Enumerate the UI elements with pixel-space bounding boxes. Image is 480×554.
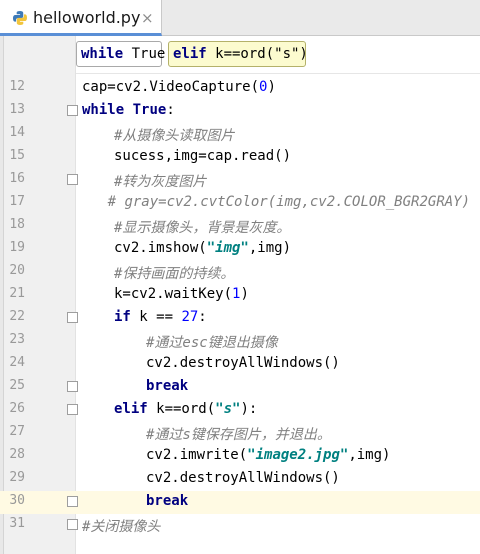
line-number: 14 [9, 125, 25, 140]
line-number: 31 [9, 516, 25, 531]
code-text: while True: [82, 102, 175, 118]
code-line[interactable]: 29 cv2.destroyAllWindows() [0, 468, 480, 491]
code-text: break [146, 378, 189, 394]
code-line[interactable]: 25 break [0, 376, 480, 399]
line-number: 22 [9, 309, 25, 324]
line-number: 13 [9, 102, 25, 117]
line-number: 12 [9, 79, 25, 94]
fold-marker-icon[interactable] [67, 105, 78, 116]
line-number: 18 [9, 217, 25, 232]
line-number: 21 [9, 286, 25, 301]
code-text: k=cv2.waitKey(1) [114, 286, 249, 302]
code-text: #通过s键保存图片，并退出。 [146, 427, 331, 443]
code-line[interactable]: 28 cv2.imwrite("image2.jpg",img) [0, 445, 480, 468]
tab-helloworld-py[interactable]: helloworld.py × [0, 0, 162, 36]
fold-marker-icon[interactable] [67, 174, 78, 185]
code-line[interactable]: 12 cap=cv2.VideoCapture(0) [0, 77, 480, 100]
code-text: break [146, 493, 189, 509]
code-line[interactable]: 17 # gray=cv2.cvtColor(img,cv2.COLOR_BGR2… [0, 192, 480, 215]
breadcrumb-while-true[interactable]: while True [76, 41, 165, 67]
code-text: cv2.imshow("img",img) [114, 240, 292, 256]
code-line[interactable]: 27 #通过s键保存图片，并退出。 [0, 422, 480, 445]
line-number: 29 [9, 470, 25, 485]
code-text: # gray=cv2.cvtColor(img,cv2.COLOR_BGR2GR… [107, 194, 471, 210]
code-text: if k == 27: [114, 309, 207, 325]
line-number: 15 [9, 148, 25, 163]
fold-marker-icon[interactable] [67, 519, 78, 530]
code-line[interactable]: 19 cv2.imshow("img",img) [0, 238, 480, 261]
code-text: #从摄像头读取图片 [114, 128, 235, 144]
code-line[interactable]: 13 while True: [0, 100, 480, 123]
code-text: sucess,img=cap.read() [114, 148, 292, 164]
code-text: #转为灰度图片 [114, 174, 207, 190]
fold-marker-icon[interactable] [67, 496, 78, 507]
line-number: 16 [9, 171, 25, 186]
tab-title: helloworld.py [33, 8, 141, 27]
breadcrumb-elif[interactable]: elif k==ord("s") [168, 41, 308, 67]
line-number: 26 [9, 401, 25, 416]
code-line[interactable]: 16 #转为灰度图片 [0, 169, 480, 192]
code-editor[interactable]: 12 cap=cv2.VideoCapture(0) 13 while True: 14… [0, 76, 480, 554]
line-number: 28 [9, 447, 25, 462]
breadcrumb: while True elif k==ord("s") [76, 36, 480, 74]
code-line[interactable]: 23 #通过esc键退出摄像 [0, 330, 480, 353]
fold-marker-icon[interactable] [67, 312, 78, 323]
code-text: #关闭摄像头 [82, 519, 161, 535]
line-number: 30 [9, 493, 25, 508]
code-text: cv2.destroyAllWindows() [146, 470, 340, 486]
line-number: 23 [9, 332, 25, 347]
line-number: 19 [9, 240, 25, 255]
line-number: 17 [9, 194, 25, 209]
python-file-icon [13, 11, 27, 25]
code-line[interactable]: 14 #从摄像头读取图片 [0, 123, 480, 146]
code-line[interactable]: 26 elif k==ord("s"): [0, 399, 480, 422]
close-icon[interactable]: × [141, 9, 154, 27]
code-text: cv2.destroyAllWindows() [146, 355, 340, 371]
editor-tab-bar: helloworld.py × [0, 0, 480, 36]
code-text: elif k==ord("s"): [114, 401, 258, 417]
code-line[interactable]: 20 #保持画面的持续。 [0, 261, 480, 284]
line-number: 24 [9, 355, 25, 370]
fold-marker-icon[interactable] [67, 404, 78, 415]
code-text: #显示摄像头，背景是灰度。 [114, 220, 291, 236]
code-line[interactable]: 21 k=cv2.waitKey(1) [0, 284, 480, 307]
code-text: #通过esc键退出摄像 [146, 335, 278, 351]
code-text: cv2.imwrite("image2.jpg",img) [146, 447, 391, 463]
line-number: 25 [9, 378, 25, 393]
code-line[interactable]: 24 cv2.destroyAllWindows() [0, 353, 480, 376]
code-line[interactable]: 22 if k == 27: [0, 307, 480, 330]
code-text: cap=cv2.VideoCapture(0) [82, 79, 276, 95]
line-number: 27 [9, 424, 25, 439]
code-line[interactable]: 30 break [0, 491, 480, 514]
code-line[interactable]: 15 sucess,img=cap.read() [0, 146, 480, 169]
code-line[interactable]: 31 #关闭摄像头 [0, 514, 480, 537]
fold-marker-icon[interactable] [67, 381, 78, 392]
code-line[interactable]: 18 #显示摄像头，背景是灰度。 [0, 215, 480, 238]
code-text: #保持画面的持续。 [114, 266, 235, 282]
line-number: 20 [9, 263, 25, 278]
